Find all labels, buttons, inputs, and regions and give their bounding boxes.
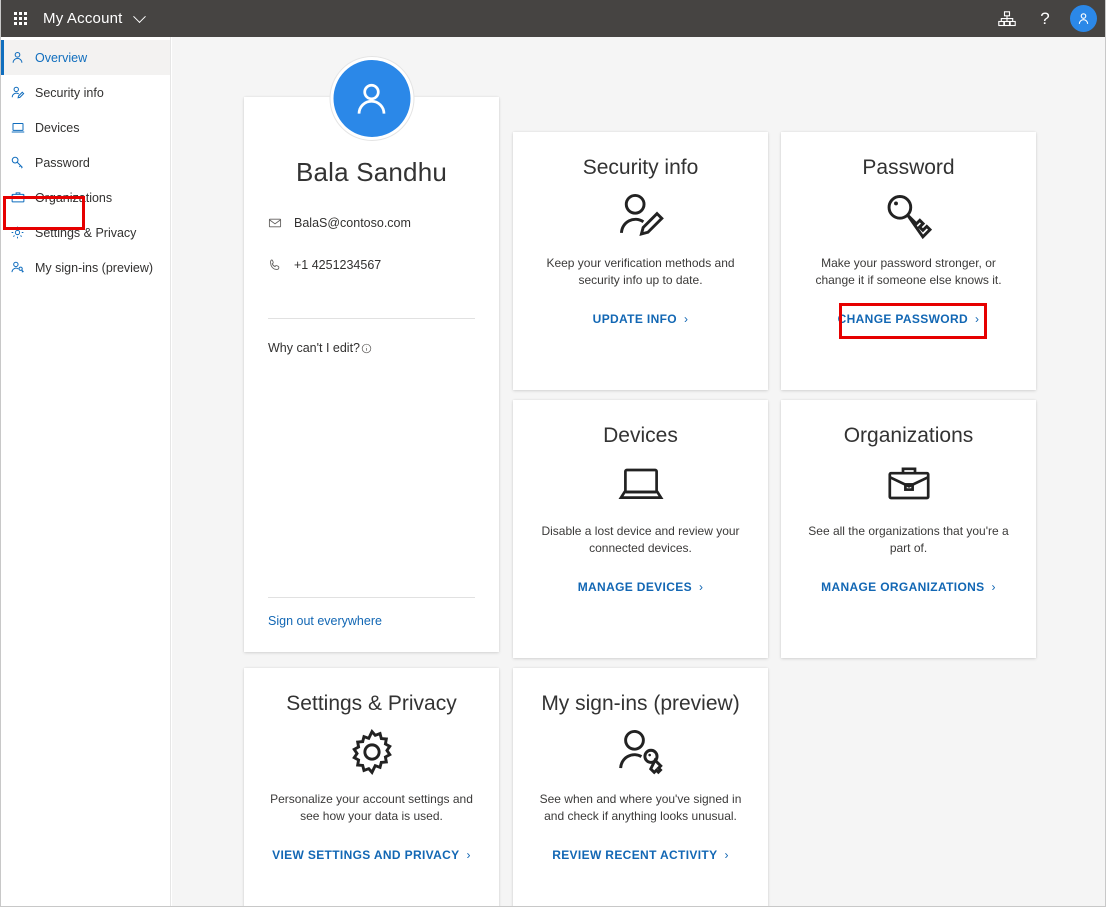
link-label: CHANGE PASSWORD [838,312,968,326]
sidebar-item-password[interactable]: Password [1,145,170,180]
link-label: MANAGE ORGANIZATIONS [821,580,984,594]
sidebar-item-label: Overview [32,51,87,65]
organizations-card[interactable]: Organizations See all the organizations … [781,400,1036,658]
sidebar-item-label: My sign-ins (preview) [32,261,153,275]
link-label: UPDATE INFO [593,312,677,326]
app-launcher-waffle-icon[interactable] [1,0,39,37]
card-description: Disable a lost device and review your co… [531,523,750,558]
person-key-icon [531,721,750,783]
sidebar-item-label: Devices [32,121,79,135]
profile-phone-row: +1 4251234567 [268,258,475,272]
briefcase-icon [799,453,1018,515]
profile-footer: Sign out everywhere [268,597,475,630]
gear-icon [262,721,481,783]
profile-email: BalaS@contoso.com [294,216,411,230]
sidebar-item-label: Security info [32,86,104,100]
card-title: Password [799,156,1018,179]
my-account-page: My Account ? [0,0,1106,907]
person-pencil-icon [10,85,32,100]
card-description: See when and where you've signed in and … [531,791,750,826]
link-label: MANAGE DEVICES [578,580,692,594]
profile-card: Bala Sandhu BalaS@contoso.com +1 4251234… [244,97,499,652]
why-cant-i-edit-label: Why can't I edit? [268,341,360,355]
view-settings-privacy-link[interactable]: VIEW SETTINGS AND PRIVACY › [272,848,471,862]
password-card[interactable]: Password Make your password stronger, or… [781,132,1036,390]
chevron-right-icon: › [684,312,688,326]
chevron-right-icon: › [467,848,471,862]
question-mark-help-icon[interactable]: ? [1026,0,1064,37]
devices-card[interactable]: Devices Disable a lost device and review… [513,400,768,658]
sidebar-item-overview[interactable]: Overview [1,40,170,75]
header-actions: ? [988,0,1106,37]
security-info-card[interactable]: Security info Keep your verification met… [513,132,768,390]
profile-avatar-icon [330,57,413,140]
link-label: REVIEW RECENT ACTIVITY [552,848,717,862]
key-icon [10,155,32,170]
profile-email-row: BalaS@contoso.com [268,216,475,230]
review-recent-activity-link[interactable]: REVIEW RECENT ACTIVITY › [552,848,729,862]
settings-privacy-card[interactable]: Settings & Privacy Personalize your acco… [244,668,499,907]
person-key-icon [10,260,32,275]
laptop-icon [10,120,32,135]
main-content-area: Bala Sandhu BalaS@contoso.com +1 4251234… [172,37,1106,907]
sidebar-item-organizations[interactable]: Organizations [1,180,170,215]
sidebar-item-label: Organizations [32,191,112,205]
profile-phone: +1 4251234567 [294,258,381,272]
person-icon [10,50,32,65]
card-description: Keep your verification methods and secur… [531,255,750,290]
why-cant-i-edit-link[interactable]: Why can't I edit? [268,341,475,355]
user-avatar-icon[interactable] [1070,5,1097,32]
laptop-icon [531,453,750,515]
chevron-right-icon: › [724,848,728,862]
info-circle-icon [361,343,372,354]
help-glyph: ? [1040,10,1049,27]
card-title: My sign-ins (preview) [531,692,750,715]
profile-footer-divider [268,597,475,598]
chevron-right-icon: › [699,580,703,594]
sidebar-item-devices[interactable]: Devices [1,110,170,145]
card-description: See all the organizations that you're a … [799,523,1018,558]
sidebar-item-label: Settings & Privacy [32,226,136,240]
card-title: Settings & Privacy [262,692,481,715]
top-header-bar: My Account ? [1,0,1106,37]
gear-icon [10,225,32,240]
card-title: Devices [531,424,750,447]
manage-devices-link[interactable]: MANAGE DEVICES › [578,580,704,594]
envelope-icon [268,216,294,230]
sidebar-item-settings-privacy[interactable]: Settings & Privacy [1,215,170,250]
my-sign-ins-card[interactable]: My sign-ins (preview) See when and where… [513,668,768,907]
link-label: VIEW SETTINGS AND PRIVACY [272,848,459,862]
card-description: Make your password stronger, or change i… [799,255,1018,290]
sidebar-item-label: Password [32,156,90,170]
sidebar-item-my-sign-ins[interactable]: My sign-ins (preview) [1,250,170,285]
chevron-down-icon [133,10,146,23]
org-hierarchy-icon[interactable] [988,0,1026,37]
app-title-label: My Account [43,10,123,27]
card-title: Security info [531,156,750,179]
change-password-link[interactable]: CHANGE PASSWORD › [838,312,980,326]
chevron-right-icon: › [975,312,979,326]
sidebar-item-security-info[interactable]: Security info [1,75,170,110]
sidebar-navigation: Overview Security info Devices [1,37,171,907]
profile-divider [268,318,475,319]
profile-name: Bala Sandhu [268,157,475,188]
briefcase-icon [10,190,32,205]
manage-organizations-link[interactable]: MANAGE ORGANIZATIONS › [821,580,996,594]
phone-icon [268,258,294,272]
card-title: Organizations [799,424,1018,447]
app-title-menu[interactable]: My Account [43,10,144,27]
chevron-right-icon: › [992,580,996,594]
person-pencil-icon [531,185,750,247]
key-icon [799,185,1018,247]
card-description: Personalize your account settings and se… [262,791,481,826]
update-info-link[interactable]: UPDATE INFO › [593,312,689,326]
sign-out-everywhere-link[interactable]: Sign out everywhere [268,614,382,628]
